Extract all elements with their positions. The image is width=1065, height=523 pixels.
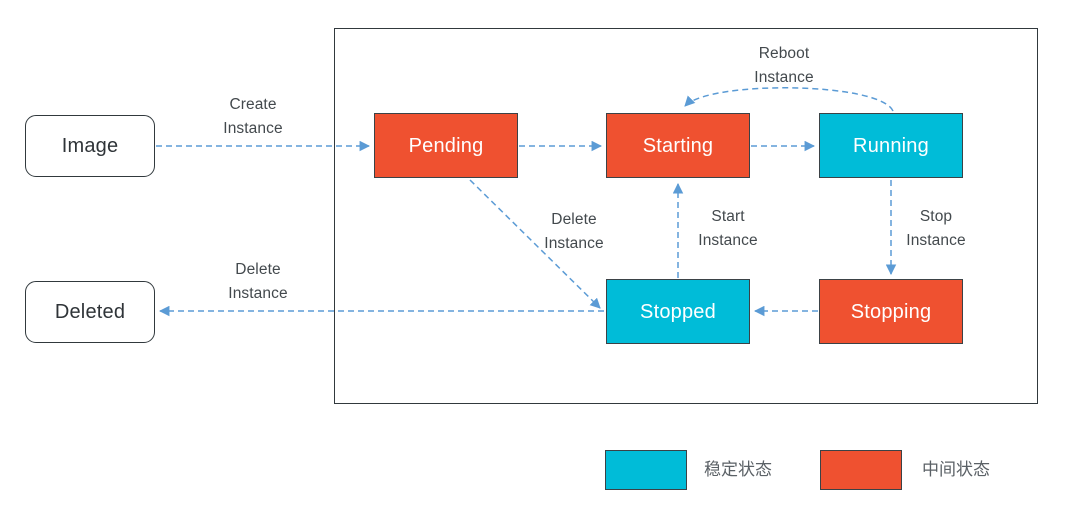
- diagram-canvas: Image Deleted Pending Starting Running S…: [0, 0, 1065, 523]
- legend-swatch-stable: [605, 450, 687, 490]
- node-stopped-label: Stopped: [640, 300, 716, 323]
- legend-swatch-intermediate: [820, 450, 902, 490]
- node-deleted-label: Deleted: [54, 301, 126, 323]
- node-pending[interactable]: Pending: [374, 113, 518, 178]
- legend-label-stable: 稳定状态: [704, 460, 772, 479]
- edge-label-create-instance: Create Instance: [223, 96, 283, 137]
- node-running[interactable]: Running: [819, 113, 963, 178]
- edge-label-delete-instance: Delete Instance: [228, 261, 288, 302]
- node-starting[interactable]: Starting: [606, 113, 750, 178]
- node-image[interactable]: Image: [25, 115, 155, 177]
- node-starting-label: Starting: [642, 134, 714, 157]
- edge-label-start-instance: Start Instance: [698, 208, 758, 249]
- node-stopping[interactable]: Stopping: [819, 279, 963, 344]
- edge-label-stop-instance: Stop Instance: [906, 208, 966, 249]
- node-stopped[interactable]: Stopped: [606, 279, 750, 344]
- legend-label-intermediate: 中间状态: [922, 460, 990, 479]
- edge-label-delete-pending: Delete Instance: [544, 211, 604, 252]
- node-running-label: Running: [853, 134, 929, 157]
- node-stopping-label: Stopping: [850, 300, 932, 323]
- node-pending-label: Pending: [408, 134, 484, 157]
- node-image-label: Image: [61, 135, 119, 157]
- edge-label-reboot-instance: Reboot Instance: [754, 45, 814, 86]
- node-deleted[interactable]: Deleted: [25, 281, 155, 343]
